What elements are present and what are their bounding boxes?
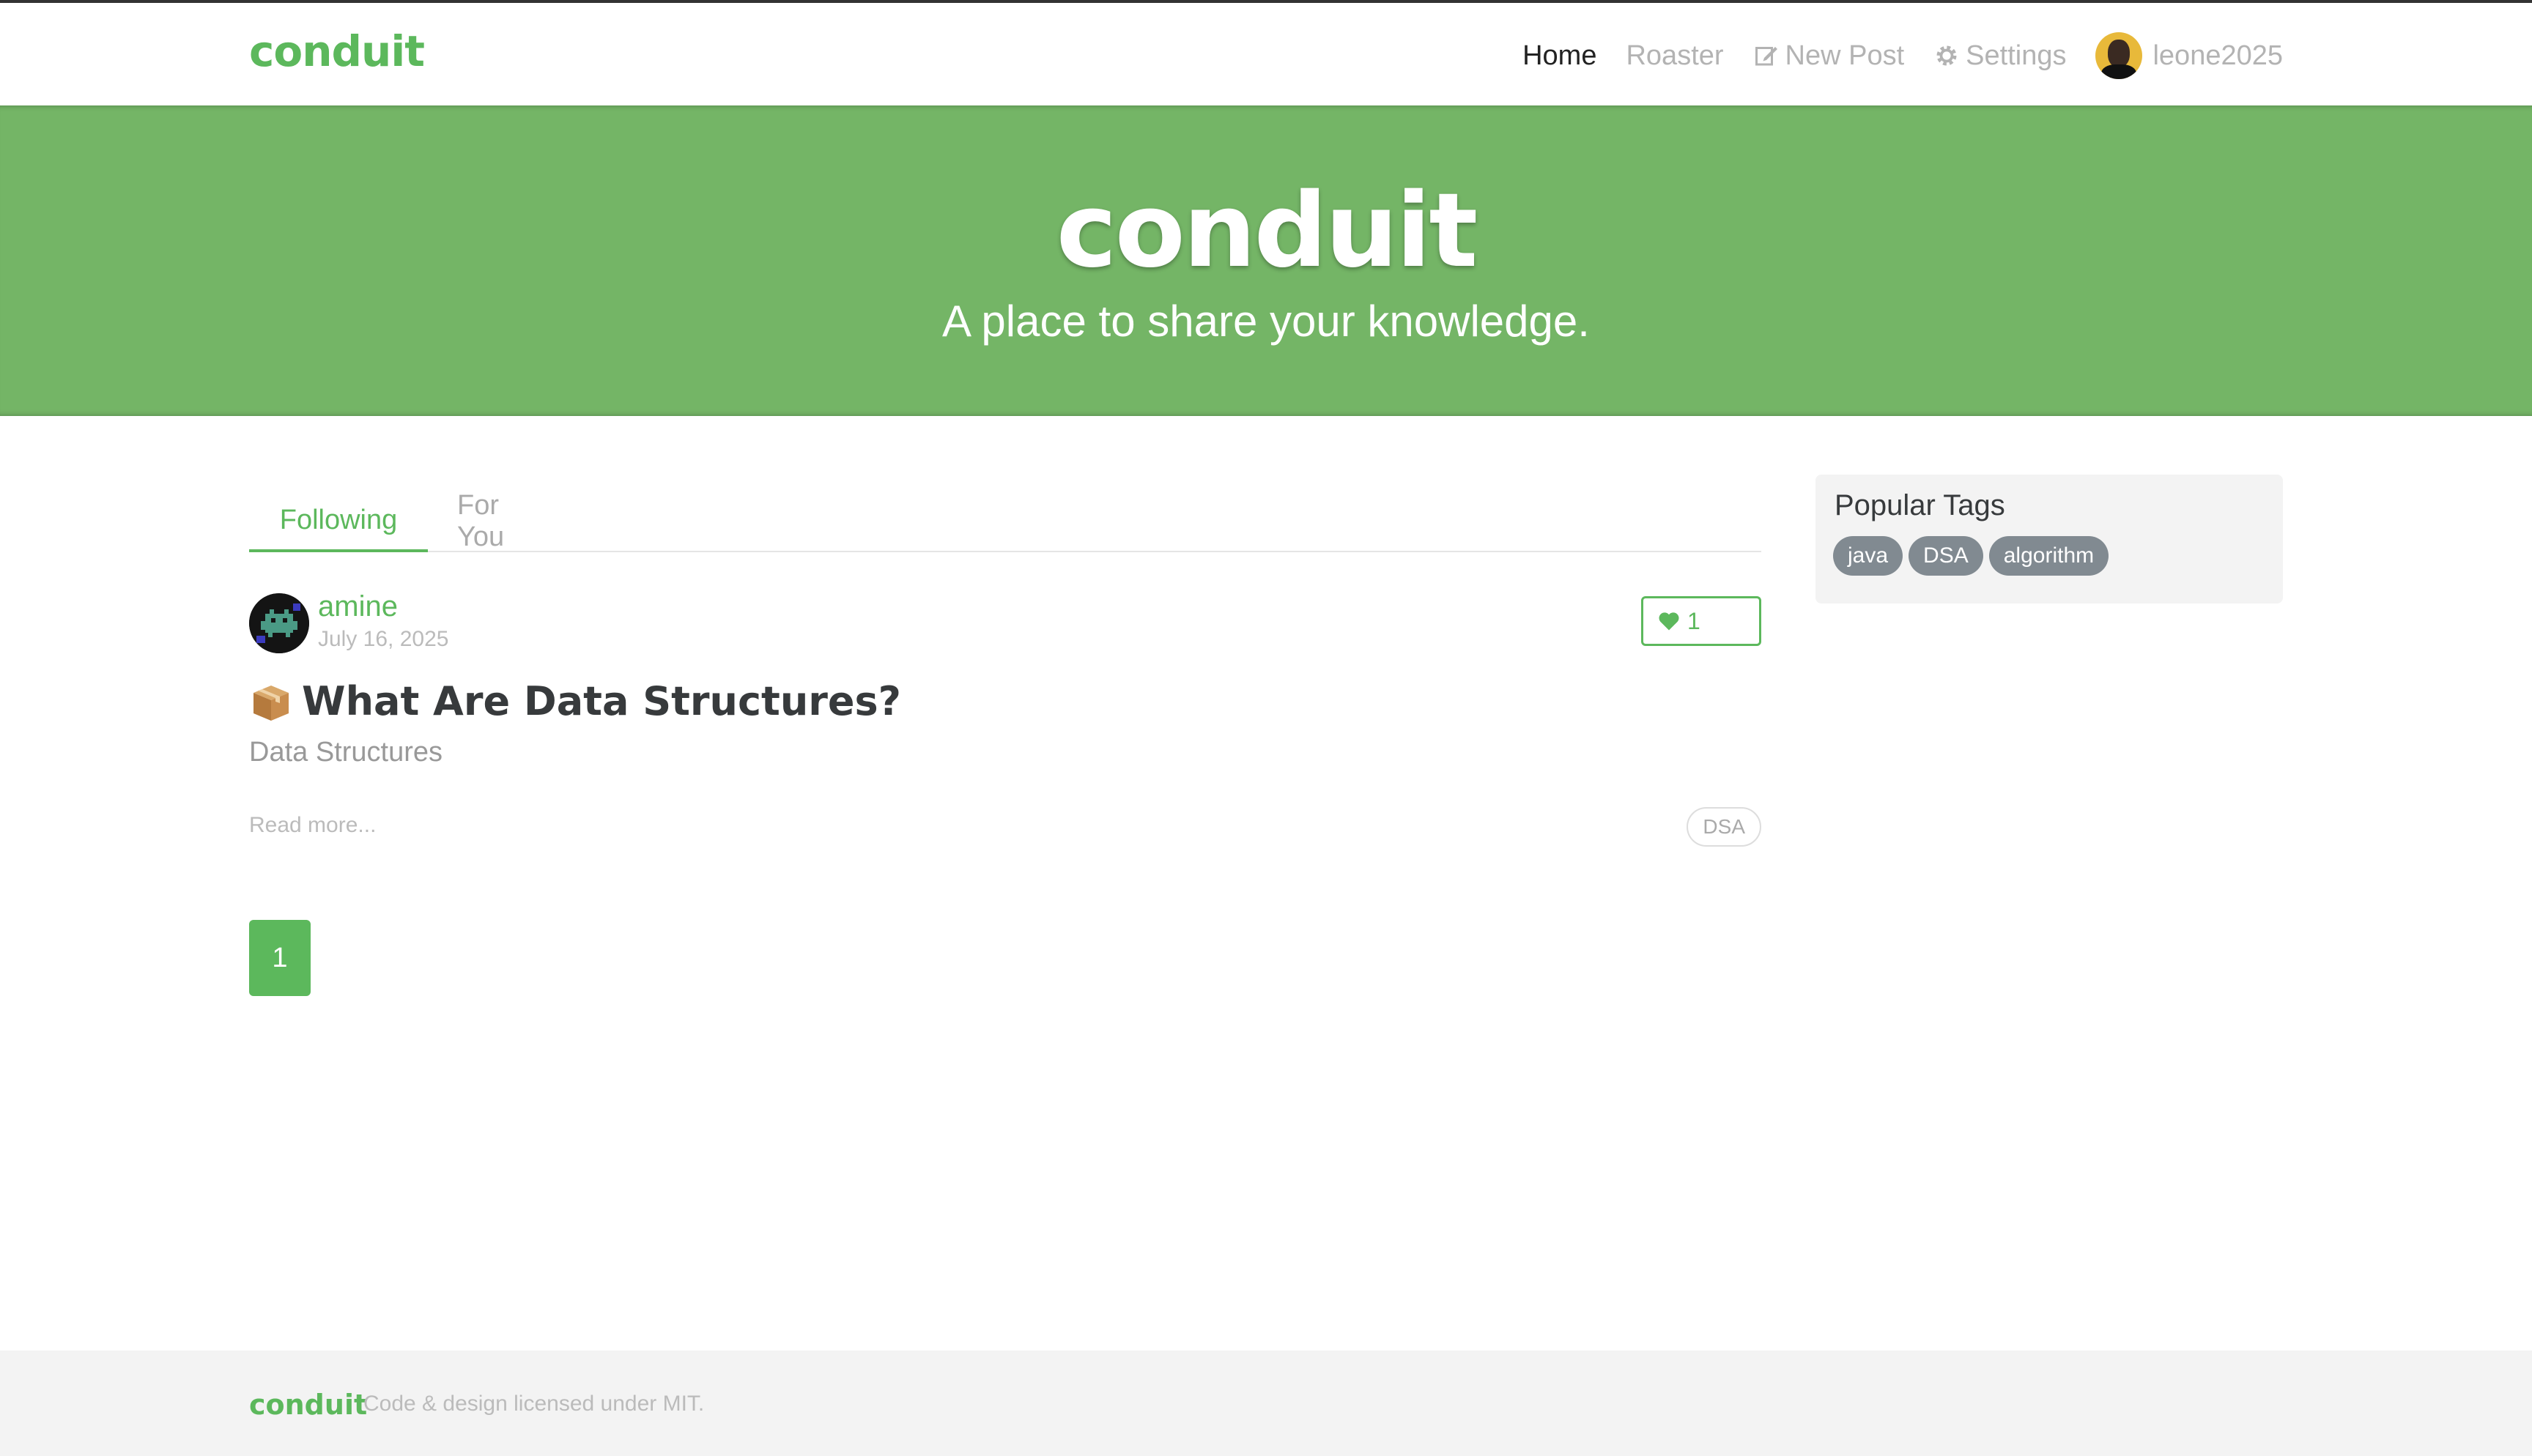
tab-for-you[interactable]: For You [428,490,552,552]
banner-subtitle: A place to share your knowledge. [942,297,1590,346]
banner-title: conduit [1056,171,1478,291]
nav-link-settings-label: Settings [1966,40,2067,71]
tag-list: java DSA algorithm [1833,536,2114,576]
navbar: conduit Home Roaster New Post Settings l… [0,3,2532,105]
nav-link-new-post[interactable]: New Post [1753,40,1905,72]
nav-link-home[interactable]: Home [1522,40,1596,72]
pagination-page-1[interactable]: 1 [249,920,311,996]
nav-link-home-label: Home [1522,40,1597,71]
nav-link-new-post-label: New Post [1785,40,1905,71]
author-avatar[interactable] [249,593,309,653]
tag-pill[interactable]: DSA [1909,536,1983,576]
feed-tabs: Following For You [249,483,1761,552]
edit-icon [1755,47,1777,66]
nav-link-profile[interactable]: leone2025 [2095,32,2283,79]
nav-links: Home Roaster New Post Settings leone2025 [1493,32,2283,79]
favorite-button[interactable]: 1 [1641,596,1761,646]
footer: conduit Code & design licensed under MIT… [0,1351,2532,1456]
nav-username: leone2025 [2152,40,2283,71]
space-invader-icon [249,593,309,653]
article-title-link[interactable]: What Are Data Structures? [249,678,901,724]
tab-following[interactable]: Following [249,491,428,552]
nav-link-roaster-label: Roaster [1626,40,1724,71]
tag-pill[interactable]: java [1833,536,1903,576]
gear-icon [1936,45,1957,66]
article-title: What Are Data Structures? [302,678,901,724]
footer-license-text: Code & design licensed under MIT. [363,1392,705,1416]
user-avatar [2095,32,2143,79]
hero-banner: conduit A place to share your knowledge. [0,105,2532,416]
tag-pill[interactable]: algorithm [1988,536,2109,576]
sidebar-title: Popular Tags [1835,489,2005,521]
favorite-count: 1 [1687,607,1700,634]
read-more-link[interactable]: Read more... [249,813,376,838]
nav-link-settings[interactable]: Settings [1933,40,2066,72]
author-name-link[interactable]: amine [318,590,398,623]
article-date: July 16, 2025 [318,627,449,651]
article-preview: amine July 16, 2025 1 What Are Data Stru… [249,590,1761,864]
heart-icon [1659,612,1679,631]
popular-tags-sidebar: Popular Tags java DSA algorithm [1815,475,2283,603]
article-description: Data Structures [249,737,443,768]
package-icon [253,685,289,721]
footer-brand[interactable]: conduit [249,1389,367,1421]
article-tag[interactable]: DSA [1687,807,1761,847]
navbar-brand[interactable]: conduit [249,26,425,76]
nav-link-roaster[interactable]: Roaster [1626,40,1723,72]
